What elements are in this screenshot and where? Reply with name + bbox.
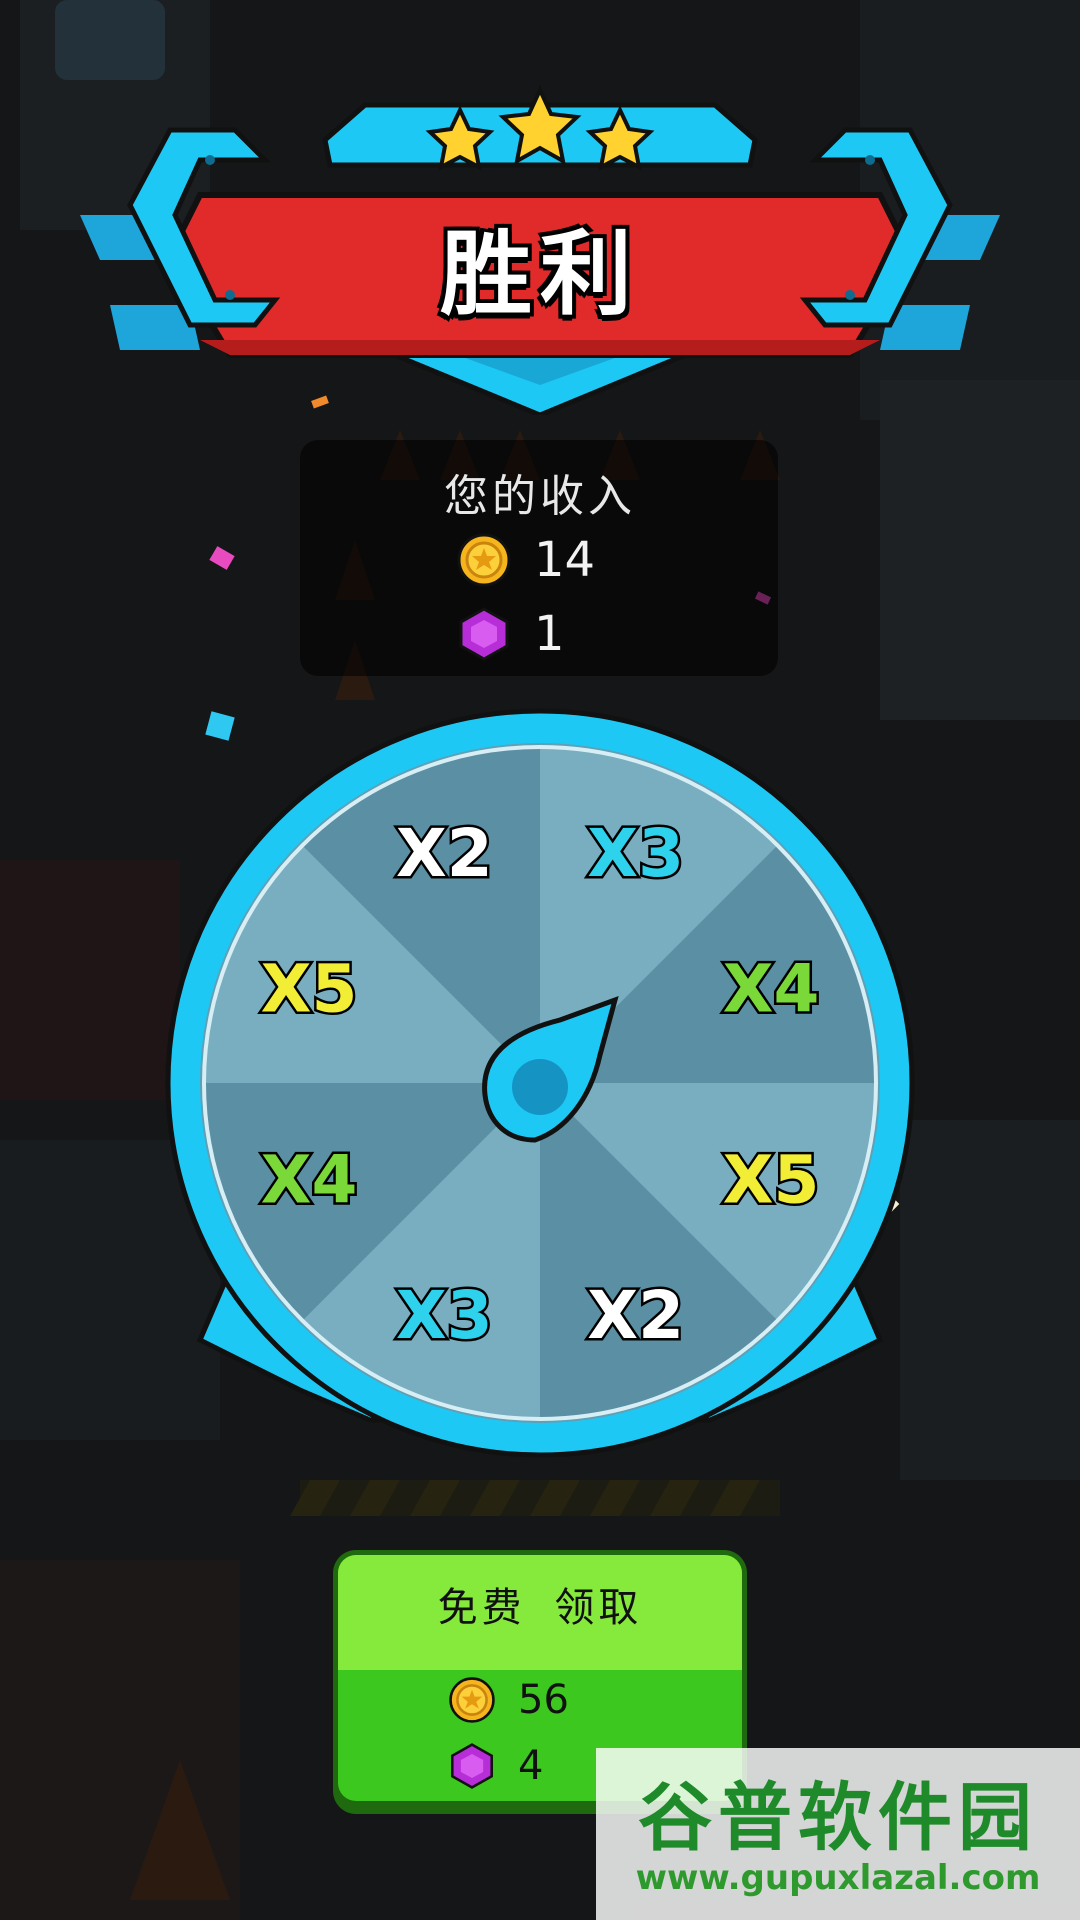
claim-coins-value: 56 <box>518 1677 569 1723</box>
income-gems-value: 1 <box>534 606 565 662</box>
gem-icon <box>459 607 509 661</box>
wheel-multiplier-label: X2 <box>396 815 493 892</box>
claim-gems-value: 4 <box>518 1743 544 1789</box>
wheel-multiplier-label: X4 <box>261 1142 358 1219</box>
gem-icon <box>451 1743 493 1789</box>
multiplier-wheel[interactable]: X3 X4 X5 X2 X3 X4 X5 X2 <box>160 700 920 1470</box>
wheel-multiplier-label: X4 <box>723 950 820 1027</box>
wheel-multiplier-label: X5 <box>723 1142 820 1219</box>
claim-coins-row: 56 <box>448 1672 569 1728</box>
coin-icon <box>457 533 511 587</box>
watermark-url: www.gupuxlazal.com <box>635 1858 1041 1898</box>
income-coins-value: 14 <box>534 532 596 588</box>
site-watermark: 谷普软件园 www.gupuxlazal.com <box>596 1748 1080 1920</box>
wheel-multiplier-label: X3 <box>587 815 684 892</box>
watermark-logo: 谷普软件园 <box>638 1775 1038 1861</box>
income-label: 您的收入 <box>444 471 636 522</box>
income-coins-row: 14 <box>456 528 595 592</box>
wheel-multiplier-label: X2 <box>587 1277 684 1354</box>
coin-icon <box>449 1677 495 1723</box>
claim-button-label: 免费 领取 <box>437 1585 643 1631</box>
income-gems-row: 1 <box>456 602 565 666</box>
victory-title: 胜利 <box>439 221 640 328</box>
wheel-multiplier-label: X5 <box>261 950 358 1027</box>
claim-gems-row: 4 <box>448 1738 543 1794</box>
wheel-multiplier-label: X3 <box>396 1277 493 1354</box>
